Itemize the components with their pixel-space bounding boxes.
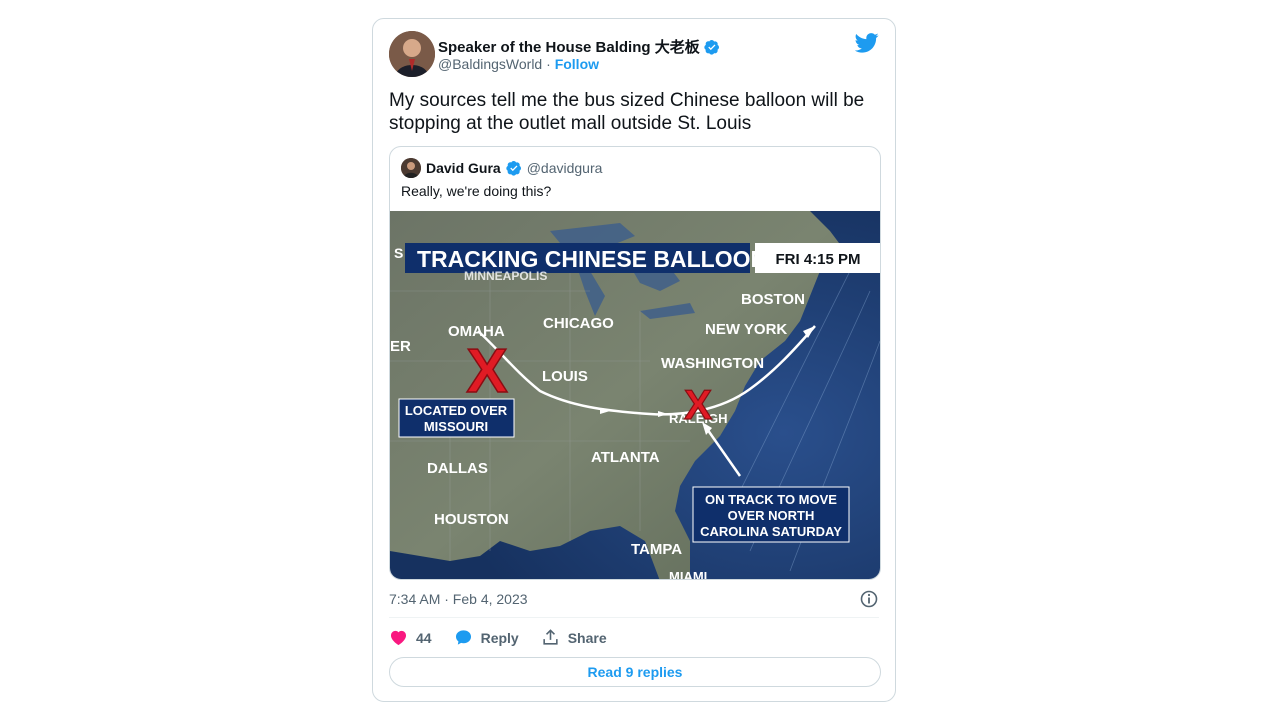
tweet-text: My sources tell me the bus sized Chinese… [389,90,865,134]
read-replies-button[interactable]: Read 9 replies [389,657,881,687]
city-minneapolis: MINNEAPOLIS [464,269,547,283]
quoted-author-name: David Gura [426,160,501,176]
missouri-label-line1: LOCATED OVER [405,403,508,418]
quoted-avatar [401,158,421,178]
quoted-verified-badge-icon [506,161,521,176]
city-miami: MIAMI [669,569,707,580]
like-button[interactable]: 44 [389,628,432,647]
twitter-bird-icon[interactable] [855,33,879,53]
city-boston: BOSTON [741,291,805,308]
city-chicago: CHICAGO [543,315,614,332]
city-houston: HOUSTON [434,511,509,528]
heart-icon [390,630,407,646]
actions-divider [389,617,879,618]
missouri-label-box: LOCATED OVER MISSOURI [398,398,515,438]
author-name-row: Speaker of the House Balding 大老板 [438,36,720,57]
quoted-header: David Gura @davidgura [401,158,602,178]
missouri-label-line2: MISSOURI [424,419,488,434]
author-name[interactable]: Speaker of the House Balding 大老板 [438,36,700,57]
carolina-label-line1: ON TRACK TO MOVE [705,492,837,507]
like-count: 44 [416,629,432,646]
handle-separator: · [546,56,551,72]
banner-edge-letter: S [394,245,403,261]
tweet-actions: 44 Reply Share [389,628,607,647]
share-icon [543,629,558,645]
reply-bubble-icon [455,630,471,645]
reply-button[interactable]: Reply [454,628,519,647]
city-new-york: NEW YORK [705,321,787,338]
city-st-louis: LOUIS [542,368,588,385]
city-tampa: TAMPA [631,541,682,558]
quoted-tweet[interactable]: David Gura @davidgura Really, we're doin… [389,146,881,580]
x-mark-carolina: X [684,381,712,428]
share-button[interactable]: Share [541,628,607,647]
x-mark-missouri: X [466,337,507,406]
author-avatar[interactable] [389,31,435,77]
author-handle-row: @BaldingsWorld · Follow [438,56,599,72]
carolina-label-line2: OVER NORTH [728,508,815,523]
city-dallas: DALLAS [427,460,488,477]
info-icon[interactable] [859,589,879,609]
city-atlanta: ATLANTA [591,449,660,466]
follow-button[interactable]: Follow [555,56,599,72]
quoted-text: Really, we're doing this? [401,183,552,199]
share-label: Share [567,629,607,646]
verified-badge-icon [704,39,719,55]
city-washington: WASHINGTON [661,355,764,372]
balloon-tracking-map[interactable]: S TRACKING CHINESE BALLOON FRI 4:15 PM M… [390,211,881,580]
city-denver-partial: ER [390,338,411,355]
carolina-label-line3: CAROLINA SATURDAY [700,524,842,539]
tweet-timestamp[interactable]: 7:34 AM · Feb 4, 2023 [389,591,528,607]
carolina-label-box: ON TRACK TO MOVE OVER NORTH CAROLINA SAT… [692,486,850,543]
author-handle[interactable]: @BaldingsWorld [438,56,542,72]
reply-label: Reply [480,629,519,646]
tweet-card: Speaker of the House Balding 大老板 @Baldin… [372,18,896,702]
map-time: FRI 4:15 PM [775,251,860,268]
quoted-author-handle: @davidgura [526,160,603,176]
